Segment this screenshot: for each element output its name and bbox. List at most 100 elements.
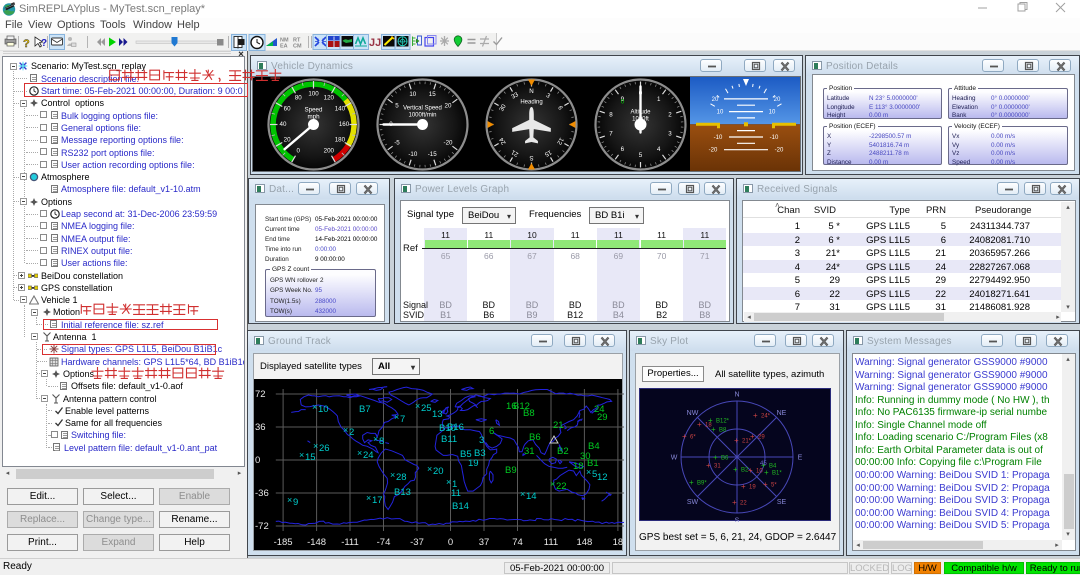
svg-text:B16: B16 xyxy=(447,422,464,433)
svg-text:B8: B8 xyxy=(719,428,727,434)
svg-text:+: + xyxy=(733,465,738,474)
svg-text:-185: -185 xyxy=(274,537,293,548)
svg-text:7: 7 xyxy=(609,131,613,138)
svg-text:Heading: Heading xyxy=(520,100,542,106)
svg-text:×: × xyxy=(357,448,362,458)
svg-text:Speed: Speed xyxy=(305,107,323,114)
svg-text:+: + xyxy=(748,466,753,475)
svg-text:10: 10 xyxy=(717,110,724,116)
svg-text:×: × xyxy=(415,401,420,411)
svg-text:13: 13 xyxy=(432,409,443,420)
svg-text:8: 8 xyxy=(379,436,384,447)
svg-text:0: 0 xyxy=(621,99,625,106)
svg-text:20: 20 xyxy=(433,466,444,477)
svg-text:B6: B6 xyxy=(529,432,541,443)
svg-text:-36: -36 xyxy=(255,488,269,499)
svg-text:N: N xyxy=(734,392,739,399)
svg-text:-37: -37 xyxy=(410,537,424,548)
svg-text:+: + xyxy=(732,498,737,507)
svg-text:SE: SE xyxy=(777,499,787,506)
svg-text:B14: B14 xyxy=(452,501,469,512)
svg-text:29: 29 xyxy=(597,412,608,423)
svg-text:6*: 6* xyxy=(690,435,696,441)
svg-text:7: 7 xyxy=(400,414,405,425)
svg-text:25: 25 xyxy=(421,403,432,414)
svg-text:3: 3 xyxy=(668,131,672,138)
svg-text:B1*: B1* xyxy=(772,471,782,477)
svg-text:B12*: B12* xyxy=(716,419,730,425)
svg-text:10: 10 xyxy=(409,91,416,98)
svg-text:2: 2 xyxy=(349,427,354,438)
svg-text:15: 15 xyxy=(305,452,316,463)
svg-text:B6: B6 xyxy=(721,456,729,462)
svg-text:22: 22 xyxy=(740,501,747,507)
svg-text:19: 19 xyxy=(468,458,479,469)
svg-text:18: 18 xyxy=(573,461,584,472)
svg-text:+: + xyxy=(697,420,702,429)
svg-text:24*: 24* xyxy=(761,414,771,420)
svg-text:0: 0 xyxy=(448,537,453,548)
svg-text:-10: -10 xyxy=(408,151,418,158)
svg-text:×: × xyxy=(313,441,318,451)
svg-text:20: 20 xyxy=(712,97,719,103)
svg-text:-20: -20 xyxy=(775,148,784,154)
svg-text:×: × xyxy=(299,450,304,460)
svg-text:×: × xyxy=(586,467,591,477)
svg-text:×: × xyxy=(394,412,399,422)
svg-text:40: 40 xyxy=(280,121,287,128)
svg-text:-15: -15 xyxy=(428,151,438,158)
svg-text:21*: 21* xyxy=(742,439,752,445)
svg-text:10: 10 xyxy=(318,404,329,415)
svg-text:31: 31 xyxy=(714,464,721,470)
svg-text:72: 72 xyxy=(255,389,266,400)
svg-text:22: 22 xyxy=(556,481,567,492)
svg-text:-20: -20 xyxy=(444,140,454,147)
svg-text:0: 0 xyxy=(255,455,260,466)
svg-text:+: + xyxy=(706,461,711,470)
svg-text:9: 9 xyxy=(293,497,298,508)
svg-text:28: 28 xyxy=(396,472,407,483)
svg-text:NE: NE xyxy=(777,410,787,417)
svg-text:E: E xyxy=(798,455,803,462)
svg-text:148: 148 xyxy=(576,537,592,548)
svg-text:5: 5 xyxy=(639,152,643,159)
svg-text:4: 4 xyxy=(657,146,661,153)
svg-text:5: 5 xyxy=(395,103,399,110)
svg-text:×: × xyxy=(550,479,555,489)
svg-text:B11: B11 xyxy=(441,434,457,445)
svg-text:×: × xyxy=(343,425,348,435)
svg-text:6: 6 xyxy=(489,426,494,437)
svg-text:21: 21 xyxy=(553,420,564,431)
svg-text:31: 31 xyxy=(524,446,535,457)
svg-text:36: 36 xyxy=(255,422,266,433)
svg-text:1000ft/min: 1000ft/min xyxy=(408,113,436,119)
svg-text:+: + xyxy=(708,416,713,425)
svg-text:S: S xyxy=(529,154,533,161)
svg-text:37: 37 xyxy=(479,537,490,548)
svg-text:W: W xyxy=(671,455,678,462)
svg-text:B9*: B9* xyxy=(697,481,707,487)
svg-text:20: 20 xyxy=(284,136,291,143)
svg-text:19: 19 xyxy=(749,485,756,491)
svg-text:3: 3 xyxy=(479,435,484,446)
svg-text:60: 60 xyxy=(284,106,291,113)
svg-text:-10: -10 xyxy=(714,135,723,141)
svg-text:6: 6 xyxy=(621,146,625,153)
svg-text:180: 180 xyxy=(335,136,346,143)
svg-text:1: 1 xyxy=(657,96,661,103)
svg-text:?: ? xyxy=(23,38,30,50)
svg-text:×: × xyxy=(373,434,378,444)
svg-text:+: + xyxy=(713,453,718,462)
svg-text:NW: NW xyxy=(687,410,699,417)
svg-text:+: + xyxy=(763,480,768,489)
svg-text:-10: -10 xyxy=(770,135,779,141)
svg-text:74: 74 xyxy=(512,537,523,548)
svg-text:B9: B9 xyxy=(505,465,517,476)
svg-text:15: 15 xyxy=(429,91,436,98)
svg-text:B8: B8 xyxy=(523,408,535,419)
svg-text:24: 24 xyxy=(363,450,374,461)
svg-text:SW: SW xyxy=(687,499,699,506)
svg-text:17: 17 xyxy=(372,495,383,506)
svg-text:111: 111 xyxy=(544,537,558,548)
svg-text:×: × xyxy=(366,493,371,503)
